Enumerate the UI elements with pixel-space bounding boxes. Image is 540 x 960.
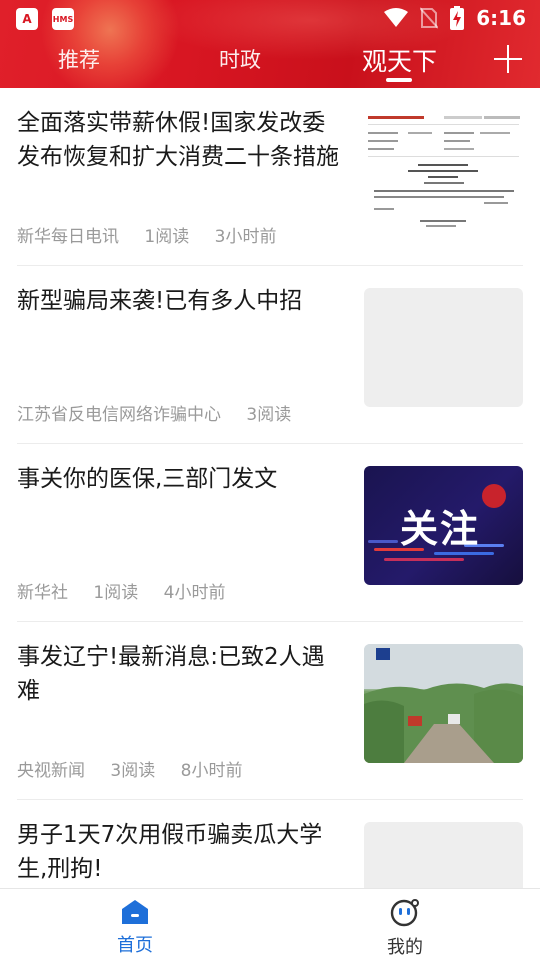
news-time: 8小时前: [180, 761, 243, 781]
app-notification-icon: A: [16, 8, 38, 30]
home-icon: [122, 900, 148, 924]
seal-icon: [482, 484, 506, 508]
news-reads: 1阅读: [93, 583, 139, 603]
tab-world[interactable]: 观天下: [362, 42, 437, 78]
news-thumbnail-placeholder[interactable]: [364, 288, 523, 407]
news-thumbnail-photo[interactable]: [364, 644, 523, 763]
news-source: 央视新闻: [17, 761, 85, 781]
profile-face-icon: [390, 899, 419, 927]
news-reads: 1阅读: [144, 227, 190, 247]
channel-tabs: 推荐 时政 观天下: [0, 40, 540, 84]
news-title[interactable]: 全面落实带薪休假!国家发改委发布恢复和扩大消费二十条措施: [17, 106, 347, 174]
news-time: 4小时前: [163, 583, 226, 603]
rural-road-photo: [364, 644, 523, 763]
status-bar: A HMS 6:16: [0, 0, 540, 36]
wifi-icon: [384, 8, 409, 27]
nav-home-label: 首页: [117, 935, 153, 956]
news-title[interactable]: 男子1天7次用假币骗卖瓜大学生,刑拘!: [17, 818, 347, 886]
battery-charging-icon: [450, 6, 465, 30]
news-item[interactable]: 男子1天7次用假币骗卖瓜大学生,刑拘!: [17, 800, 523, 888]
tab-recommend[interactable]: 推荐: [58, 44, 100, 74]
focus-graphic-text: 关注: [400, 506, 481, 551]
news-title[interactable]: 事关你的医保,三部门发文: [17, 462, 347, 496]
bottom-navigation: 首页 我的: [0, 888, 540, 960]
news-meta: 央视新闻 3阅读 8小时前: [17, 756, 262, 781]
news-thumbnail-focus[interactable]: 关注: [364, 466, 523, 585]
news-time: 3小时前: [214, 227, 277, 247]
news-item[interactable]: 事关你的医保,三部门发文 新华社 1阅读 4小时前 关注: [17, 444, 523, 622]
news-title[interactable]: 事发辽宁!最新消息:已致2人遇难: [17, 640, 347, 708]
news-source: 新华每日电讯: [17, 227, 119, 247]
news-title[interactable]: 新型骗局来袭!已有多人中招: [17, 284, 347, 318]
nav-home[interactable]: 首页: [75, 899, 195, 959]
news-meta: 新华社 1阅读 4小时前: [17, 578, 245, 603]
news-thumbnail-document[interactable]: [364, 110, 523, 229]
news-meta: 新华每日电讯 1阅读 3小时前: [17, 222, 296, 247]
news-feed[interactable]: 全面落实带薪休假!国家发改委发布恢复和扩大消费二十条措施 新华每日电讯 1阅读 …: [0, 88, 540, 888]
news-reads: 3阅读: [110, 761, 156, 781]
tab-politics[interactable]: 时政: [219, 44, 261, 74]
clock: 6:16: [476, 6, 526, 30]
nav-mine-label: 我的: [387, 937, 423, 958]
news-source: 新华社: [17, 583, 68, 603]
news-item[interactable]: 全面落实带薪休假!国家发改委发布恢复和扩大消费二十条措施 新华每日电讯 1阅读 …: [17, 88, 523, 266]
document-scan-image: [364, 110, 523, 229]
news-item[interactable]: 新型骗局来袭!已有多人中招 江苏省反电信网络诈骗中心 3阅读: [17, 266, 523, 444]
hms-notification-icon: HMS: [52, 8, 74, 30]
news-meta: 江苏省反电信网络诈骗中心 3阅读: [17, 400, 311, 425]
active-tab-indicator: [386, 78, 412, 82]
nav-mine[interactable]: 我的: [345, 899, 465, 959]
news-source: 江苏省反电信网络诈骗中心: [17, 405, 221, 425]
top-header: A HMS 6:16 推荐 时政 观天下: [0, 0, 540, 88]
add-channel-button[interactable]: [494, 45, 522, 73]
news-item[interactable]: 事发辽宁!最新消息:已致2人遇难 央视新闻 3阅读 8小时前: [17, 622, 523, 800]
no-sim-icon: [420, 7, 439, 29]
news-reads: 3阅读: [246, 405, 292, 425]
news-thumbnail-placeholder[interactable]: [364, 822, 523, 888]
